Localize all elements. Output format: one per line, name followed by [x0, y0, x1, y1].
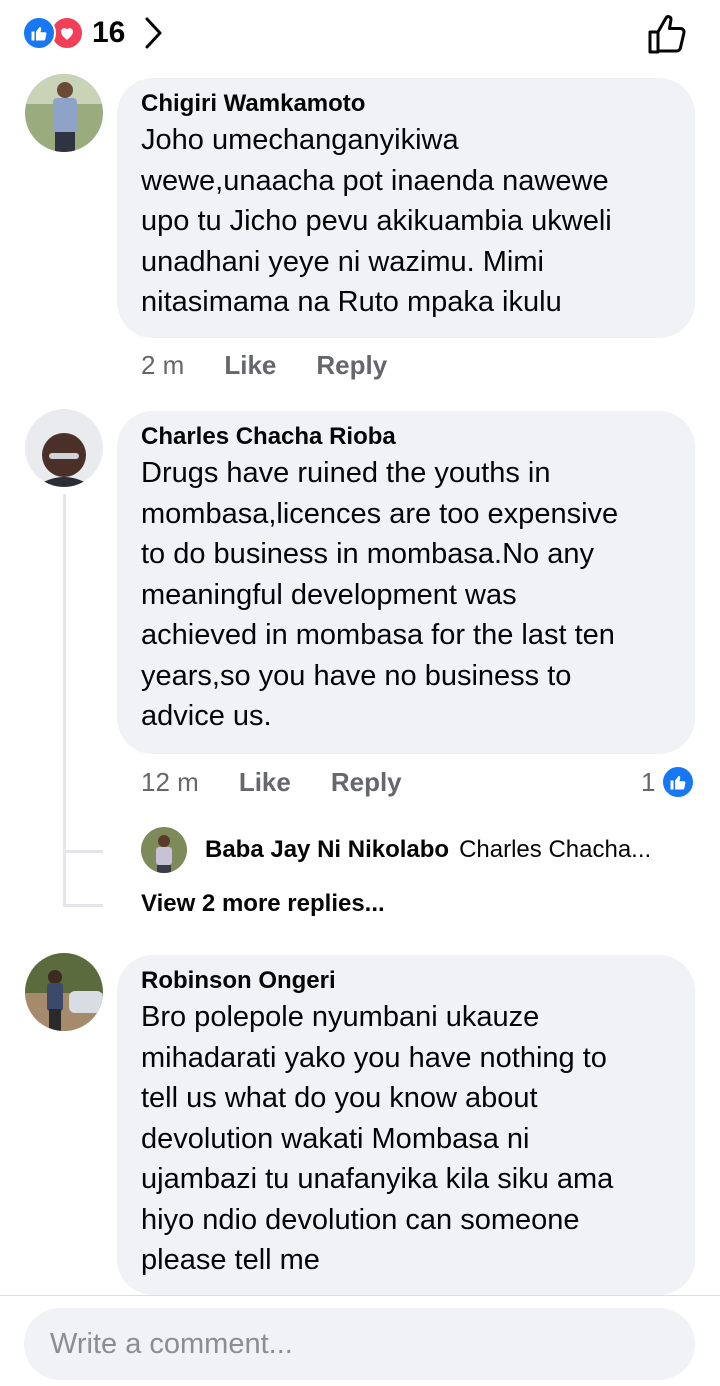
comment-bubble[interactable]: Charles Chacha Rioba Drugs have ruined t…	[117, 411, 695, 754]
comment-actions: 12 m Like Reply	[141, 767, 402, 798]
avatar[interactable]	[25, 409, 103, 487]
comment-like-count[interactable]: 1	[641, 765, 696, 799]
comment-time[interactable]: 12 m	[141, 767, 199, 798]
reactions-summary[interactable]: 16	[22, 15, 163, 51]
like-button[interactable]: Like	[224, 350, 276, 381]
reply-button[interactable]: Reply	[331, 767, 402, 798]
view-more-replies-link[interactable]: View 2 more replies...	[141, 890, 385, 918]
avatar[interactable]	[141, 827, 187, 873]
reaction-count: 16	[92, 16, 126, 49]
like-icon	[22, 16, 56, 50]
comment-actions: 2 m Like Reply	[141, 350, 387, 381]
like-icon	[661, 765, 696, 799]
like-count-value: 1	[641, 766, 656, 797]
reply-author[interactable]: Baba Jay Ni Nikolabo	[205, 836, 449, 864]
reply-preview[interactable]: Baba Jay Ni Nikolabo Charles Chacha...	[141, 826, 651, 874]
comment-author[interactable]: Robinson Ongeri	[141, 965, 675, 997]
comment-text: Drugs have ruined the youths in mombasa,…	[141, 457, 619, 732]
comment-text: Bro polepole nyumbani ukauze mihadarati …	[141, 1001, 614, 1276]
comment-time[interactable]: 2 m	[141, 350, 184, 381]
reactions-header: 16	[0, 0, 720, 72]
comment-composer	[0, 1295, 720, 1386]
comment-bubble[interactable]: Robinson Ongeri Bro polepole nyumbani uk…	[117, 955, 695, 1295]
reply-button[interactable]: Reply	[316, 350, 387, 381]
reply-snippet: Charles Chacha...	[459, 836, 652, 863]
avatar[interactable]	[25, 953, 103, 1031]
thread-line	[63, 494, 66, 904]
comment-bubble[interactable]: Chigiri Wamkamoto Joho umechanganyikiwa …	[117, 78, 695, 338]
comment-input[interactable]	[24, 1308, 695, 1380]
thread-branch	[63, 850, 103, 853]
thumbs-up-outline-icon[interactable]	[646, 12, 690, 61]
chevron-right-icon[interactable]	[143, 16, 163, 50]
comment-author[interactable]: Chigiri Wamkamoto	[141, 88, 675, 120]
thread-branch	[63, 904, 103, 907]
comment-text: Joho umechanganyikiwa wewe,unaacha pot i…	[141, 124, 612, 318]
comment-author[interactable]: Charles Chacha Rioba	[141, 421, 675, 453]
avatar[interactable]	[25, 74, 103, 152]
like-button[interactable]: Like	[239, 767, 291, 798]
